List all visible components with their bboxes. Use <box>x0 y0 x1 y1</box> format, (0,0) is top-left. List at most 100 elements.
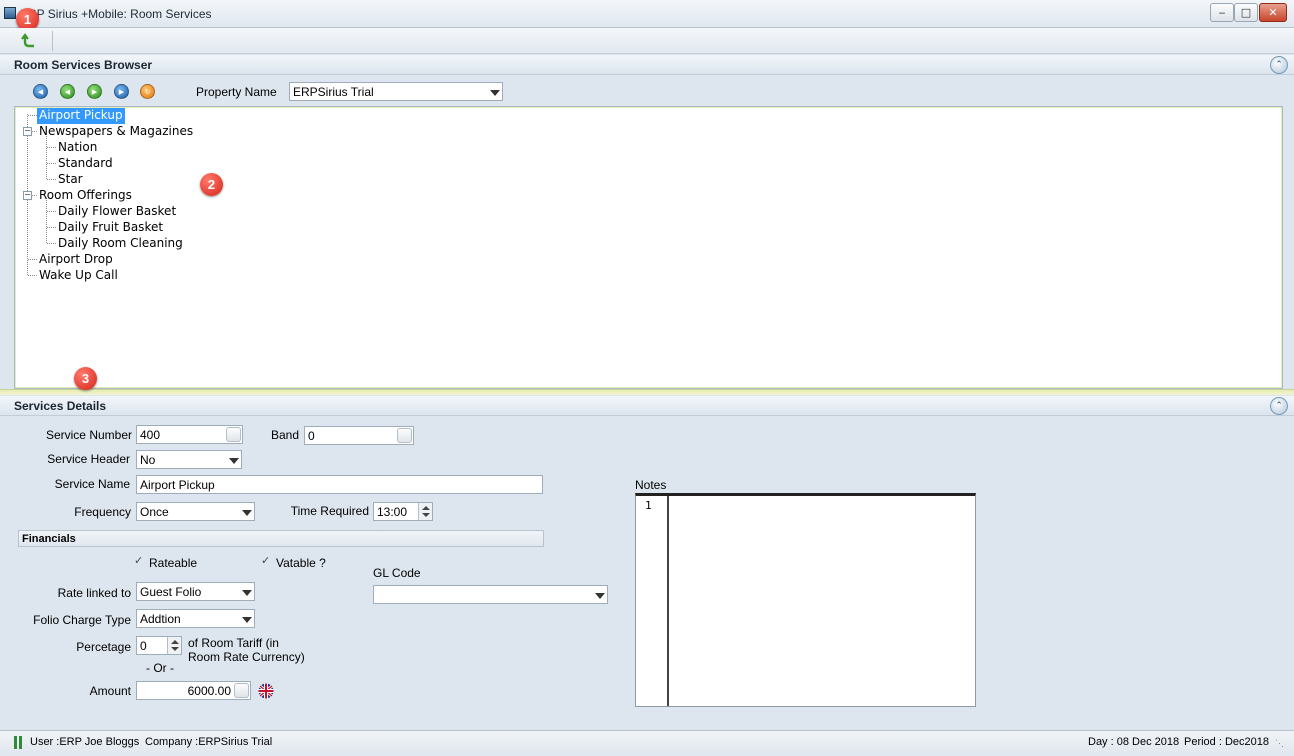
previous-record-button[interactable]: ◀ <box>60 84 75 99</box>
percentage-label: Percetage <box>76 640 131 654</box>
browser-collapse-button[interactable]: ⌃ <box>1270 56 1288 74</box>
gl-code-label: GL Code <box>373 566 421 580</box>
tree-node-standard[interactable]: Standard <box>58 156 113 172</box>
rate-linked-select[interactable]: Guest Folio <box>136 582 255 601</box>
collapse-up-icon: ⌃ <box>1275 60 1283 70</box>
or-separator: - Or - <box>146 661 174 675</box>
notes-editor[interactable]: 1 <box>635 493 976 707</box>
toolbar-separator <box>52 31 53 51</box>
room-services-tree[interactable] <box>14 106 1283 389</box>
service-header-label: Service Header <box>47 452 130 466</box>
chevron-down-icon <box>595 593 605 599</box>
amount-field[interactable]: 6000.00 <box>136 681 251 700</box>
band-field[interactable]: 0 <box>304 426 414 445</box>
folio-charge-label: Folio Charge Type <box>33 613 131 627</box>
tree-connector <box>47 163 56 164</box>
tree-connector <box>47 211 56 212</box>
first-record-button[interactable]: ◀ <box>33 84 48 99</box>
annotation-badge-3: 3 <box>74 367 97 390</box>
tree-node-room-offerings[interactable]: Room Offerings <box>39 188 132 204</box>
band-label: Band <box>270 428 299 442</box>
panel-splitter[interactable] <box>0 389 1294 395</box>
minimize-icon: ‒ <box>1218 6 1226 19</box>
tree-node-star[interactable]: Star <box>58 172 83 188</box>
time-required-stepper[interactable]: 13:00 <box>373 502 433 521</box>
percentage-value: 0 <box>140 639 147 653</box>
tree-connector <box>47 147 56 148</box>
status-day: Day : 08 Dec 2018 <box>1088 736 1180 748</box>
last-icon: ▶ <box>118 87 125 96</box>
resize-grip-icon[interactable]: ⋱ <box>1275 738 1284 749</box>
chevron-down-icon <box>490 90 500 96</box>
amount-label: Amount <box>89 684 131 698</box>
tree-connector <box>47 243 56 244</box>
tree-node-airport-drop[interactable]: Airport Drop <box>39 252 113 268</box>
financials-group-header: Financials <box>18 530 544 547</box>
lookup-button-icon[interactable] <box>226 427 241 442</box>
tree-node-daily-fruit-basket[interactable]: Daily Fruit Basket <box>58 220 163 236</box>
frequency-select[interactable]: Once <box>136 502 255 521</box>
maximize-button[interactable]: □ <box>1234 3 1258 22</box>
time-required-value: 13:00 <box>377 505 408 519</box>
tree-node-nation[interactable]: Nation <box>58 140 97 156</box>
tree-connector <box>32 131 37 132</box>
rateable-checkbox[interactable]: ✓ <box>134 555 145 567</box>
tree-branch-line <box>46 136 47 179</box>
frequency-value: Once <box>140 505 169 519</box>
window-title-bar[interactable]: ERP Sirius +Mobile: Room Services ‒ □ ✕ <box>0 0 1294 28</box>
tree-node-airport-pickup[interactable]: Airport Pickup <box>37 108 125 124</box>
tree-node-wake-up-call[interactable]: Wake Up Call <box>39 268 118 284</box>
tree-node-newspapers[interactable]: Newspapers & Magazines <box>39 124 193 140</box>
status-user: User :ERP Joe Bloggs <box>30 736 140 748</box>
next-record-button[interactable]: ▶ <box>87 84 102 99</box>
vatable-checkbox[interactable]: ✓ <box>261 555 272 567</box>
collapse-node-icon[interactable]: − <box>23 191 32 200</box>
stepper-arrows-icon[interactable] <box>167 637 181 654</box>
status-bar-icon <box>14 736 22 749</box>
close-button[interactable]: ✕ <box>1259 3 1287 22</box>
refresh-icon: ↻ <box>144 87 151 96</box>
gl-code-select[interactable] <box>373 585 608 604</box>
notes-line-gutter: 1 <box>636 496 669 706</box>
window-title: ERP Sirius +Mobile: Room Services <box>20 7 212 21</box>
uk-flag-icon <box>258 683 274 699</box>
toolbar <box>0 28 1294 54</box>
service-number-value: 400 <box>140 428 161 442</box>
lookup-button-icon[interactable] <box>397 428 412 443</box>
rateable-label: Rateable <box>149 556 198 570</box>
tree-node-daily-room-cleaning[interactable]: Daily Room Cleaning <box>58 236 183 252</box>
frequency-label: Frequency <box>74 505 131 519</box>
property-name-select[interactable]: ERPSirius Trial <box>289 82 503 101</box>
details-section-header: Services Details <box>0 396 1294 416</box>
chevron-down-icon <box>242 510 252 516</box>
percentage-stepper[interactable]: 0 <box>136 636 182 655</box>
status-period: Period : Dec2018 <box>1184 736 1269 748</box>
folio-charge-value: Addtion <box>140 612 181 626</box>
tree-node-daily-flower-basket[interactable]: Daily Flower Basket <box>58 204 176 220</box>
minimize-button[interactable]: ‒ <box>1210 3 1234 22</box>
lookup-button-icon[interactable] <box>234 683 249 698</box>
service-name-input[interactable]: Airport Pickup <box>136 475 543 494</box>
collapse-up-icon: ⌃ <box>1275 401 1283 411</box>
last-record-button[interactable]: ▶ <box>114 84 129 99</box>
financials-title: Financials <box>22 533 76 545</box>
folio-charge-select[interactable]: Addtion <box>136 609 255 628</box>
chevron-down-icon <box>242 617 252 623</box>
currency-button[interactable] <box>258 683 274 699</box>
details-collapse-button[interactable]: ⌃ <box>1270 397 1288 415</box>
tree-connector <box>28 275 37 276</box>
back-button[interactable] <box>18 32 40 50</box>
app-icon <box>4 7 16 19</box>
stepper-arrows-icon[interactable] <box>418 503 432 520</box>
property-name-value: ERPSirius Trial <box>293 85 374 99</box>
maximize-icon: □ <box>1240 6 1252 19</box>
close-icon: ✕ <box>1268 6 1278 19</box>
tree-connector <box>28 115 37 116</box>
refresh-button[interactable]: ↻ <box>140 84 155 99</box>
collapse-node-icon[interactable]: − <box>23 127 32 136</box>
service-header-select[interactable]: No <box>136 450 242 469</box>
chevron-down-icon <box>242 590 252 596</box>
time-required-label: Time Required <box>290 504 369 518</box>
service-number-field[interactable]: 400 <box>136 425 243 444</box>
rate-linked-value: Guest Folio <box>140 585 202 599</box>
